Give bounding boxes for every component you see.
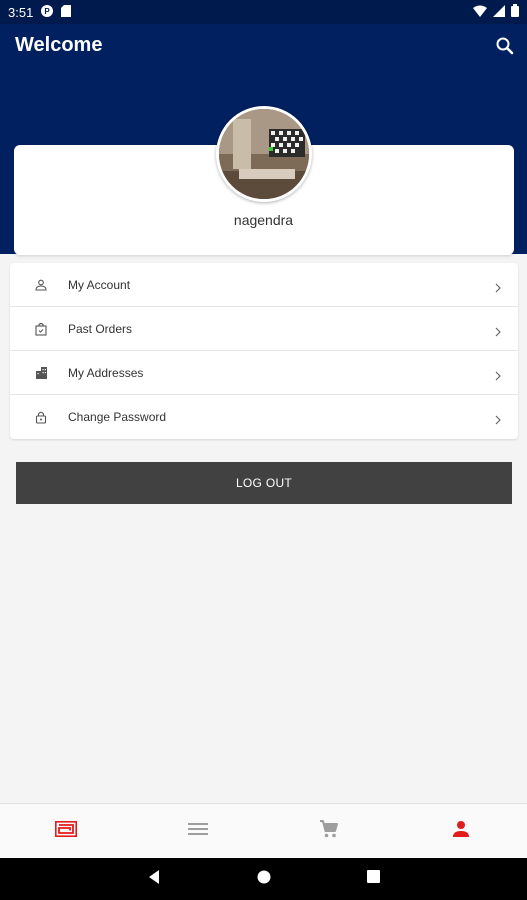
menu-icon bbox=[187, 822, 208, 841]
building-icon bbox=[34, 366, 48, 380]
menu-item-past-orders[interactable]: Past Orders bbox=[10, 307, 518, 351]
menu-item-change-password[interactable]: Change Password bbox=[10, 395, 518, 439]
account-menu: My Account Past Orders My Addresses Chan… bbox=[10, 263, 518, 439]
page-title: Welcome bbox=[15, 34, 103, 56]
chevron-right-icon bbox=[494, 412, 502, 425]
p-notification-icon: P bbox=[41, 4, 54, 20]
shopping-bag-icon bbox=[34, 322, 48, 336]
store-logo-icon bbox=[54, 820, 77, 842]
menu-item-label: Change Password bbox=[68, 410, 167, 424]
lock-icon bbox=[34, 410, 48, 424]
battery-icon bbox=[511, 4, 519, 20]
menu-item-label: Past Orders bbox=[68, 321, 133, 336]
chevron-right-icon bbox=[494, 280, 502, 292]
person-icon bbox=[34, 278, 48, 292]
sd-card-icon bbox=[61, 4, 72, 20]
logout-button[interactable]: LOG OUT bbox=[16, 462, 512, 504]
tab-profile[interactable] bbox=[395, 804, 527, 858]
menu-item-label: My Account bbox=[68, 277, 131, 292]
recents-icon[interactable] bbox=[367, 870, 380, 888]
signal-icon bbox=[493, 4, 505, 20]
menu-item-my-addresses[interactable]: My Addresses bbox=[10, 351, 518, 395]
username: nagendra bbox=[233, 212, 294, 228]
status-bar: 3:51 P bbox=[0, 0, 527, 24]
tab-home[interactable] bbox=[0, 804, 132, 858]
cart-icon bbox=[319, 819, 339, 844]
home-icon[interactable] bbox=[257, 870, 271, 889]
tab-menu[interactable] bbox=[132, 804, 264, 858]
profile-icon bbox=[452, 820, 470, 843]
menu-item-label: My Addresses bbox=[68, 365, 144, 380]
system-navigation-bar bbox=[0, 858, 527, 900]
bottom-nav bbox=[0, 803, 527, 858]
status-time: 3:51 bbox=[8, 4, 34, 20]
back-icon[interactable] bbox=[147, 869, 161, 890]
menu-item-my-account[interactable]: My Account bbox=[10, 263, 518, 307]
wifi-icon bbox=[473, 5, 487, 20]
svg-text:P: P bbox=[45, 7, 51, 16]
chevron-right-icon bbox=[494, 368, 502, 380]
avatar[interactable] bbox=[216, 106, 312, 202]
search-icon[interactable] bbox=[495, 36, 515, 56]
chevron-right-icon bbox=[494, 324, 502, 336]
tab-cart[interactable] bbox=[264, 804, 396, 858]
